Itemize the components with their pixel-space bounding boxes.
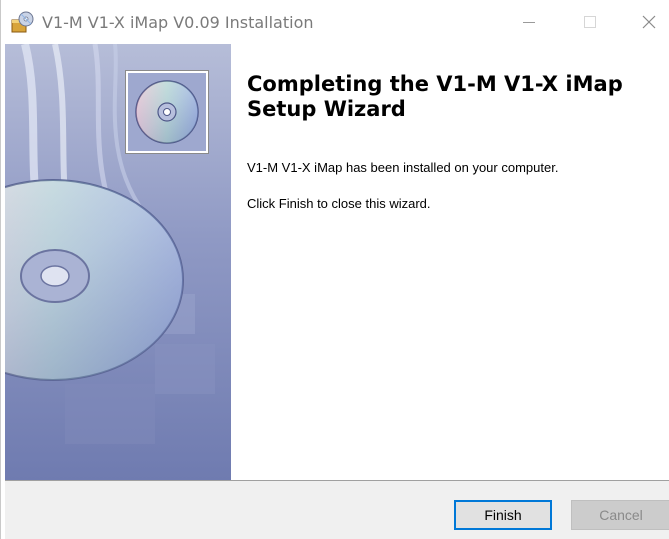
minimize-button[interactable] (506, 0, 552, 44)
minimize-icon (523, 22, 535, 23)
installer-icon (9, 10, 35, 36)
cancel-button[interactable]: Cancel (571, 500, 669, 530)
wizard-heading: Completing the V1-M V1-X iMap Setup Wiza… (247, 72, 623, 121)
cd-thumbnail (125, 70, 209, 154)
button-footer (5, 481, 669, 539)
maximize-button[interactable] (567, 0, 613, 44)
maximize-icon (584, 16, 596, 28)
close-instruction: Click Finish to close this wizard. (247, 196, 431, 211)
finish-button[interactable]: Finish (454, 500, 552, 530)
wizard-banner (5, 44, 231, 480)
close-button[interactable] (626, 0, 669, 44)
installer-window: V1-M V1-X iMap V0.09 Installation Comple… (0, 0, 669, 539)
title-bar[interactable]: V1-M V1-X iMap V0.09 Installation (1, 0, 669, 44)
window-title: V1-M V1-X iMap V0.09 Installation (42, 13, 314, 32)
close-icon (642, 15, 656, 29)
installed-message: V1-M V1-X iMap has been installed on you… (247, 160, 559, 175)
cd-disc-icon (128, 73, 206, 151)
